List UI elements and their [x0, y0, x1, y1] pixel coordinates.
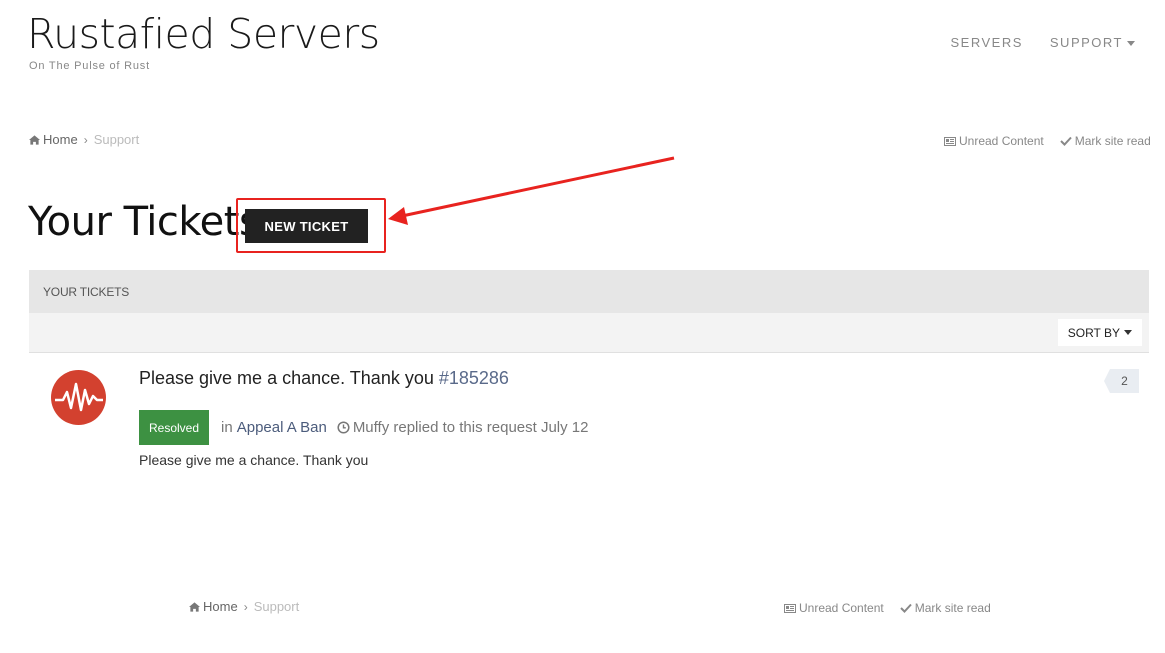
new-ticket-button[interactable]: NEW TICKET — [245, 209, 368, 243]
heartbeat-icon — [55, 382, 103, 412]
breadcrumb-home-label: Home — [43, 132, 78, 147]
nav-support-label: SUPPORT — [1049, 35, 1123, 50]
sort-by-label: SORT BY — [1067, 325, 1120, 340]
newspaper-icon — [944, 136, 956, 146]
unread-content-label: Unread Content — [959, 134, 1044, 148]
ticket-row: Please give me a chance. Thank you #18528… — [29, 354, 1149, 484]
avatar[interactable] — [51, 370, 106, 425]
chevron-down-icon — [1127, 41, 1135, 47]
mark-site-read-label: Mark site read — [914, 601, 991, 615]
mark-site-read-label: Mark site read — [1074, 134, 1151, 148]
chevron-right-icon: › — [83, 132, 88, 147]
home-icon — [29, 135, 40, 145]
section-header: YOUR TICKETS — [29, 270, 1149, 313]
breadcrumb-home[interactable]: Home — [189, 599, 238, 614]
check-icon — [900, 603, 912, 613]
ticket-meta: Resolved in Appeal A Ban Muffy replied t… — [139, 410, 589, 445]
footer-utility-links: Unread Content Mark site read — [784, 601, 991, 615]
ticket-activity: Muffy replied to this request July 12 — [352, 419, 589, 436]
mark-site-read-link[interactable]: Mark site read — [900, 601, 991, 615]
chevron-right-icon: › — [243, 599, 248, 614]
section-header-label: YOUR TICKETS — [43, 285, 130, 299]
site-tagline: On The Pulse of Rust — [29, 60, 150, 72]
category-link[interactable]: Appeal A Ban — [237, 419, 327, 436]
ticket-title: Please give me a chance. Thank you — [139, 368, 434, 388]
clock-icon — [337, 421, 350, 434]
unread-content-link[interactable]: Unread Content — [944, 134, 1044, 148]
footer-breadcrumb: Home › Support — [189, 599, 299, 614]
unread-content-link[interactable]: Unread Content — [784, 601, 884, 615]
nav-servers[interactable]: SERVERS — [950, 35, 1022, 50]
mark-site-read-link[interactable]: Mark site read — [1060, 134, 1151, 148]
newspaper-icon — [784, 603, 796, 613]
check-icon — [1060, 136, 1072, 146]
sort-by-button[interactable]: SORT BY — [1057, 319, 1142, 346]
top-nav: SERVERS SUPPORT — [950, 35, 1135, 50]
list-toolbar: SORT BY — [29, 313, 1149, 353]
nav-support[interactable]: SUPPORT — [1050, 35, 1135, 50]
breadcrumb: Home › Support — [29, 132, 139, 147]
unread-content-label: Unread Content — [799, 601, 884, 615]
breadcrumb-home-label: Home — [203, 599, 238, 614]
ticket-title-link[interactable]: Please give me a chance. Thank you #18528… — [139, 368, 509, 389]
breadcrumb-home[interactable]: Home — [29, 132, 78, 147]
site-title[interactable]: Rustafied Servers — [27, 10, 380, 58]
utility-links: Unread Content Mark site read — [944, 134, 1151, 148]
status-badge: Resolved — [139, 410, 210, 445]
ticket-snippet: Please give me a chance. Thank you — [139, 452, 369, 468]
reply-count-badge: 2 — [1104, 369, 1139, 393]
chevron-down-icon — [1124, 330, 1132, 335]
ticket-id[interactable]: #185286 — [439, 368, 509, 388]
in-label: in — [221, 419, 233, 436]
breadcrumb-current: Support — [93, 132, 140, 147]
breadcrumb-current: Support — [253, 599, 300, 614]
home-icon — [189, 602, 200, 612]
page-title: Your Tickets — [28, 199, 260, 245]
